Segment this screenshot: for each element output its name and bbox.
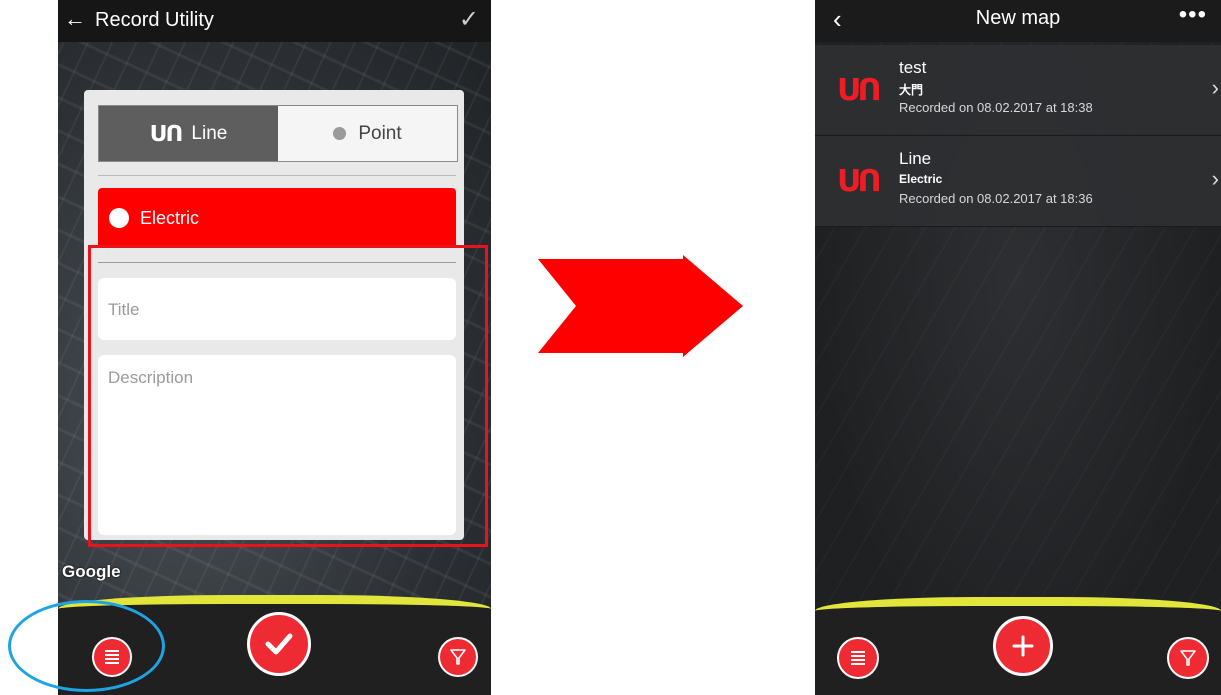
record-list-item[interactable]: ᑌᑎ test 大門 Recorded on 08.02.2017 at 18:… xyxy=(815,45,1221,136)
point-option-button[interactable]: Point xyxy=(278,106,457,161)
record-category: Electric xyxy=(899,172,943,186)
divider xyxy=(98,175,456,176)
record-timestamp: Recorded on 08.02.2017 at 18:36 xyxy=(899,191,1093,206)
filter-button[interactable] xyxy=(438,637,478,677)
highlight-red-box xyxy=(88,245,488,547)
category-selector-electric[interactable]: Electric xyxy=(98,188,456,248)
record-name: Line xyxy=(899,149,932,168)
radio-circle-icon xyxy=(109,208,129,228)
category-label: Electric xyxy=(140,207,200,228)
geometry-type-toggle: ᑌᑎ Line Point xyxy=(98,105,458,162)
new-map-header: ‹ New map ••• xyxy=(815,0,1221,42)
bottom-action-bar xyxy=(815,597,1221,695)
highlight-blue-ellipse xyxy=(8,600,165,692)
filter-icon xyxy=(450,649,466,665)
filter-button[interactable] xyxy=(1167,637,1209,679)
record-list-item[interactable]: ᑌᑎ Line Electric Recorded on 08.02.2017 … xyxy=(815,136,1221,227)
page-title: New map xyxy=(975,7,1061,29)
check-icon xyxy=(265,633,293,655)
transition-arrow-icon xyxy=(538,255,743,357)
confirm-check-icon[interactable]: ✓ xyxy=(459,5,479,34)
line-option-button[interactable]: ᑌᑎ Line xyxy=(99,106,278,161)
filter-icon xyxy=(1180,650,1196,666)
back-arrow-icon[interactable]: ← xyxy=(64,6,86,32)
record-name: test xyxy=(899,58,927,77)
confirm-record-button[interactable] xyxy=(247,612,311,676)
page-title: Record Utility xyxy=(95,9,214,31)
list-icon xyxy=(851,651,865,665)
record-category: 大門 xyxy=(899,83,924,97)
point-icon xyxy=(333,127,347,140)
chevron-right-icon: › xyxy=(1211,166,1219,191)
record-utility-header: ← Record Utility ✓ xyxy=(58,0,491,42)
line-record-icon: ᑌᑎ xyxy=(837,74,882,107)
plus-icon xyxy=(1012,635,1034,657)
line-record-icon: ᑌᑎ xyxy=(837,165,882,198)
record-timestamp: Recorded on 08.02.2017 at 18:38 xyxy=(899,100,1093,115)
list-button[interactable] xyxy=(837,637,879,679)
new-map-screen: ‹ New map ••• ᑌᑎ test 大門 Recorded on 08.… xyxy=(815,0,1221,695)
line-option-label: Line xyxy=(191,122,228,144)
line-icon: ᑌᑎ xyxy=(149,120,184,146)
point-option-label: Point xyxy=(358,122,402,144)
chevron-right-icon: › xyxy=(1211,75,1219,100)
add-record-button[interactable] xyxy=(993,616,1053,676)
map-attribution: Google xyxy=(62,562,121,581)
more-dots-icon[interactable]: ••• xyxy=(1179,1,1207,29)
